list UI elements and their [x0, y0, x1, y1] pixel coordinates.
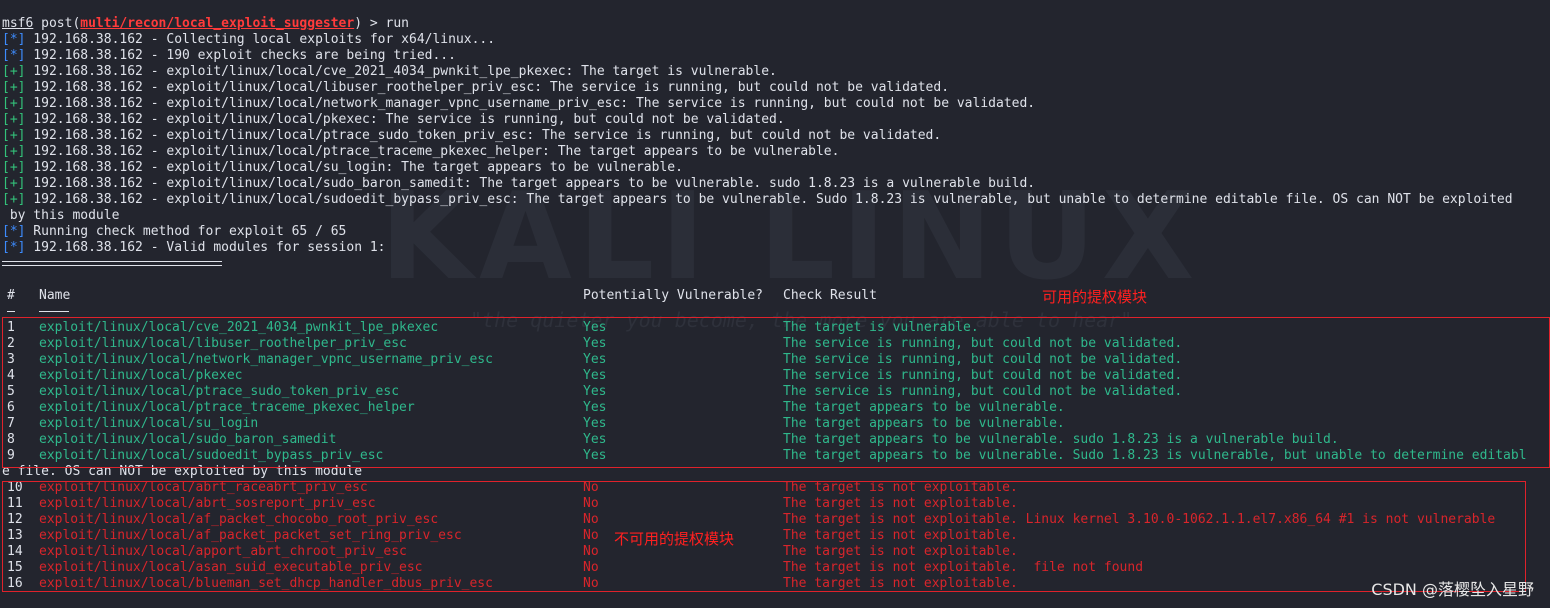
log-line: [+] 192.168.38.162 - exploit/linux/local…: [2, 112, 785, 128]
log-line: [+] 192.168.38.162 - exploit/linux/local…: [2, 128, 941, 144]
csdn-credit: CSDN @落樱坠入星野: [1371, 580, 1534, 599]
log-text: 192.168.38.162 - exploit/linux/local/pke…: [25, 112, 785, 127]
log-line: [*] 192.168.38.162 - Valid modules for s…: [2, 240, 386, 256]
status-plus-tag: [+]: [2, 160, 26, 175]
status-plus-tag: [+]: [2, 96, 26, 111]
status-plus-tag: [+]: [2, 128, 26, 143]
status-plus-tag: [+]: [2, 144, 26, 159]
col-header-result: Check Result: [783, 288, 877, 303]
log-line: [+] 192.168.38.162 - exploit/linux/local…: [2, 96, 1035, 112]
table-separator: [2, 261, 222, 266]
status-star-tag: [*]: [2, 48, 26, 63]
log-line: [*] 192.168.38.162 - 190 exploit checks …: [2, 48, 456, 64]
status-plus-tag: [+]: [2, 192, 26, 207]
col-header-num: #: [7, 288, 15, 303]
log-line: [+] 192.168.38.162 - exploit/linux/local…: [2, 144, 839, 160]
prompt-user: msf6: [2, 16, 34, 31]
prompt-pre: post(: [33, 16, 81, 31]
log-line: [+] 192.168.38.162 - exploit/linux/local…: [2, 192, 1513, 208]
log-text: 192.168.38.162 - Valid modules for sessi…: [25, 240, 386, 255]
log-line: [+] 192.168.38.162 - exploit/linux/local…: [2, 160, 683, 176]
col-header-name: Name: [39, 288, 71, 303]
unavailable-annotation: 不可用的提权模块: [614, 530, 735, 548]
log-line: [*] 192.168.38.162 - Collecting local ex…: [2, 32, 495, 48]
log-text: 192.168.38.162 - exploit/linux/local/lib…: [25, 80, 950, 95]
status-plus-tag: [+]: [2, 176, 26, 191]
status-star-tag: [*]: [2, 224, 26, 239]
log-line: [+] 192.168.38.162 - exploit/linux/local…: [2, 80, 949, 96]
log-text: Running check method for exploit 65 / 65: [25, 224, 347, 239]
unavailable-modules-box: [2, 481, 1526, 592]
status-plus-tag: [+]: [2, 80, 26, 95]
status-plus-tag: [+]: [2, 112, 26, 127]
log-text: 192.168.38.162 - exploit/linux/local/net…: [25, 96, 1036, 111]
header-underline: [7, 311, 15, 312]
header-underline: [39, 311, 69, 312]
prompt-module: multi/recon/local_exploit_suggester: [80, 16, 355, 31]
status-star-tag: [*]: [2, 240, 26, 255]
log-text: 192.168.38.162 - exploit/linux/local/ptr…: [25, 128, 942, 143]
log-text: 192.168.38.162 - exploit/linux/local/su_…: [25, 160, 683, 175]
prompt-line[interactable]: msf6 post(multi/recon/local_exploit_sugg…: [2, 0, 409, 31]
log-line: [*] Running check method for exploit 65 …: [2, 224, 346, 240]
log-text: by this module: [2, 208, 120, 223]
log-text: 192.168.38.162 - exploit/linux/local/sud…: [25, 176, 1036, 191]
status-plus-tag: [+]: [2, 64, 26, 79]
col-header-vuln: Potentially Vulnerable?: [583, 288, 764, 303]
log-line: by this module: [2, 208, 120, 224]
log-text: 192.168.38.162 - 190 exploit checks are …: [25, 48, 456, 63]
log-text: 192.168.38.162 - exploit/linux/local/ptr…: [25, 144, 840, 159]
available-annotation: 可用的提权模块: [1042, 288, 1148, 306]
log-text: 192.168.38.162 - exploit/linux/local/sud…: [25, 192, 1513, 207]
log-text: 192.168.38.162 - Collecting local exploi…: [25, 32, 496, 47]
available-modules-box: [2, 317, 1550, 468]
prompt-command: ) > run: [354, 16, 410, 31]
log-text: 192.168.38.162 - exploit/linux/local/cve…: [25, 64, 777, 79]
log-line: [+] 192.168.38.162 - exploit/linux/local…: [2, 176, 1035, 192]
log-line: [+] 192.168.38.162 - exploit/linux/local…: [2, 64, 777, 80]
status-star-tag: [*]: [2, 32, 26, 47]
